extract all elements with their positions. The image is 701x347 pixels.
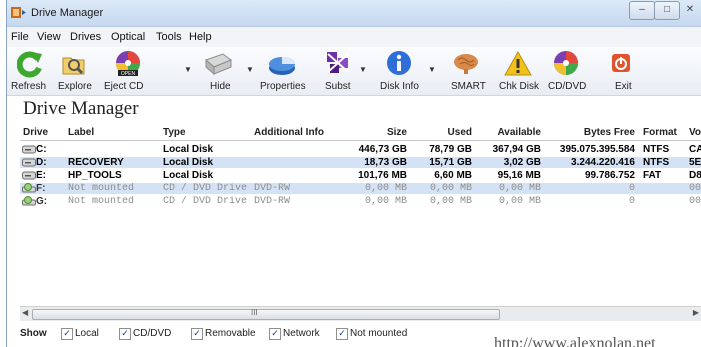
hard-drive-icon (22, 145, 36, 154)
column-bytes-free[interactable]: Bytes Free (550, 127, 635, 138)
eject-cd-icon: OPEN (116, 51, 140, 77)
disk-info-dropdown-arrow[interactable]: ▼ (428, 65, 436, 74)
exit-button[interactable]: Exit (603, 50, 639, 94)
column-available[interactable]: Available (480, 127, 541, 138)
maximize-button[interactable]: □ (654, 1, 680, 20)
column-volume[interactable]: Vo (689, 127, 701, 138)
cd-dvd-icon (554, 51, 578, 75)
drive-manager-window: Drive Manager – □ ✕ File View Drives Opt… (6, 0, 701, 347)
menu-tools[interactable]: Tools (156, 31, 182, 43)
subst-dropdown-arrow[interactable]: ▼ (359, 65, 367, 74)
info-icon (387, 51, 411, 75)
menu-view[interactable]: View (37, 31, 61, 43)
cd-dvd-button[interactable]: CD/DVD (544, 50, 588, 94)
minimize-button[interactable]: – (629, 1, 655, 20)
menu-file[interactable]: File (11, 31, 29, 43)
title-bar: Drive Manager – □ ✕ (7, 0, 701, 27)
hide-button[interactable]: Hide (197, 50, 241, 94)
horizontal-scrollbar[interactable]: ◀ III ▶ (20, 306, 701, 321)
exit-power-icon (612, 54, 630, 72)
table-row[interactable]: G: Not mounted CD / DVD Drive DVD-RW 0,0… (20, 196, 701, 207)
svg-text:OPEN: OPEN (121, 71, 136, 77)
hide-dropdown-arrow[interactable]: ▼ (246, 65, 254, 74)
app-icon (11, 7, 26, 18)
table-row[interactable]: C: Local Disk 446,73 GB 78,79 GB 367,94 … (20, 144, 701, 155)
menu-help[interactable]: Help (189, 31, 212, 43)
removable-checkbox[interactable]: ✓ (191, 328, 203, 340)
menu-drives[interactable]: Drives (70, 31, 101, 43)
refresh-button[interactable]: Refresh (9, 50, 49, 94)
column-type[interactable]: Type (163, 127, 186, 138)
warning-icon (504, 50, 532, 76)
column-used[interactable]: Used (415, 127, 472, 138)
dvd-drive-icon (22, 183, 36, 193)
smart-button[interactable]: SMART (440, 50, 488, 94)
chk-disk-button[interactable]: Chk Disk (495, 50, 539, 94)
properties-button[interactable]: Properties (257, 50, 307, 94)
menu-optical[interactable]: Optical (111, 31, 145, 43)
cd-dvd-checkbox[interactable]: ✓ (119, 328, 131, 340)
hard-drive-icon (22, 158, 36, 167)
eject-dropdown-arrow[interactable]: ▼ (184, 65, 192, 74)
drive-table[interactable]: Drive Label Type Additional Info Size Us… (20, 124, 701, 304)
explore-folder-icon (62, 57, 85, 75)
disk-info-button[interactable]: Disk Info (373, 50, 423, 94)
table-row[interactable]: F: Not mounted CD / DVD Drive DVD-RW 0,0… (20, 183, 701, 194)
toolbar: Refresh Explore OPEN Eject CD ▼ Hide ▼ P… (7, 47, 701, 96)
hard-drive-icon (22, 171, 36, 180)
refresh-icon (17, 51, 42, 78)
smart-brain-icon (454, 54, 478, 74)
show-label: Show (20, 328, 47, 339)
scroll-left-arrow-icon[interactable]: ◀ (22, 308, 28, 317)
dvd-drive-icon (22, 196, 36, 206)
properties-pie-icon (269, 57, 295, 75)
column-size[interactable]: Size (343, 127, 407, 138)
scrollbar-grip: III (251, 308, 258, 317)
subst-icon (327, 52, 349, 73)
close-button[interactable]: ✕ (679, 1, 701, 20)
network-checkbox[interactable]: ✓ (269, 328, 281, 340)
scroll-right-arrow-icon[interactable]: ▶ (693, 308, 699, 317)
table-row[interactable]: E: HP_TOOLS Local Disk 101,76 MB 6,60 MB… (20, 170, 701, 181)
explore-button[interactable]: Explore (53, 50, 93, 94)
hide-drive-icon (205, 53, 233, 76)
not-mounted-checkbox[interactable]: ✓ (336, 328, 348, 340)
local-checkbox[interactable]: ✓ (61, 328, 73, 340)
page-title: Drive Manager (23, 98, 139, 119)
column-label[interactable]: Label (68, 127, 94, 138)
scrollbar-thumb[interactable]: III (32, 308, 500, 320)
subst-button[interactable]: Subst (319, 50, 355, 94)
column-drive[interactable]: Drive (23, 127, 48, 138)
table-row[interactable]: D: RECOVERY Local Disk 18,73 GB 15,71 GB… (20, 157, 701, 168)
watermark-url: http://www.alexnolan.net (494, 335, 656, 347)
column-additional-info[interactable]: Additional Info (254, 127, 324, 138)
window-title: Drive Manager (31, 7, 104, 19)
table-header: Drive Label Type Additional Info Size Us… (20, 124, 701, 141)
menu-bar: File View Drives Optical Tools Help (7, 27, 701, 47)
eject-cd-button[interactable]: OPEN Eject CD (102, 50, 150, 94)
column-format[interactable]: Format (643, 127, 677, 138)
